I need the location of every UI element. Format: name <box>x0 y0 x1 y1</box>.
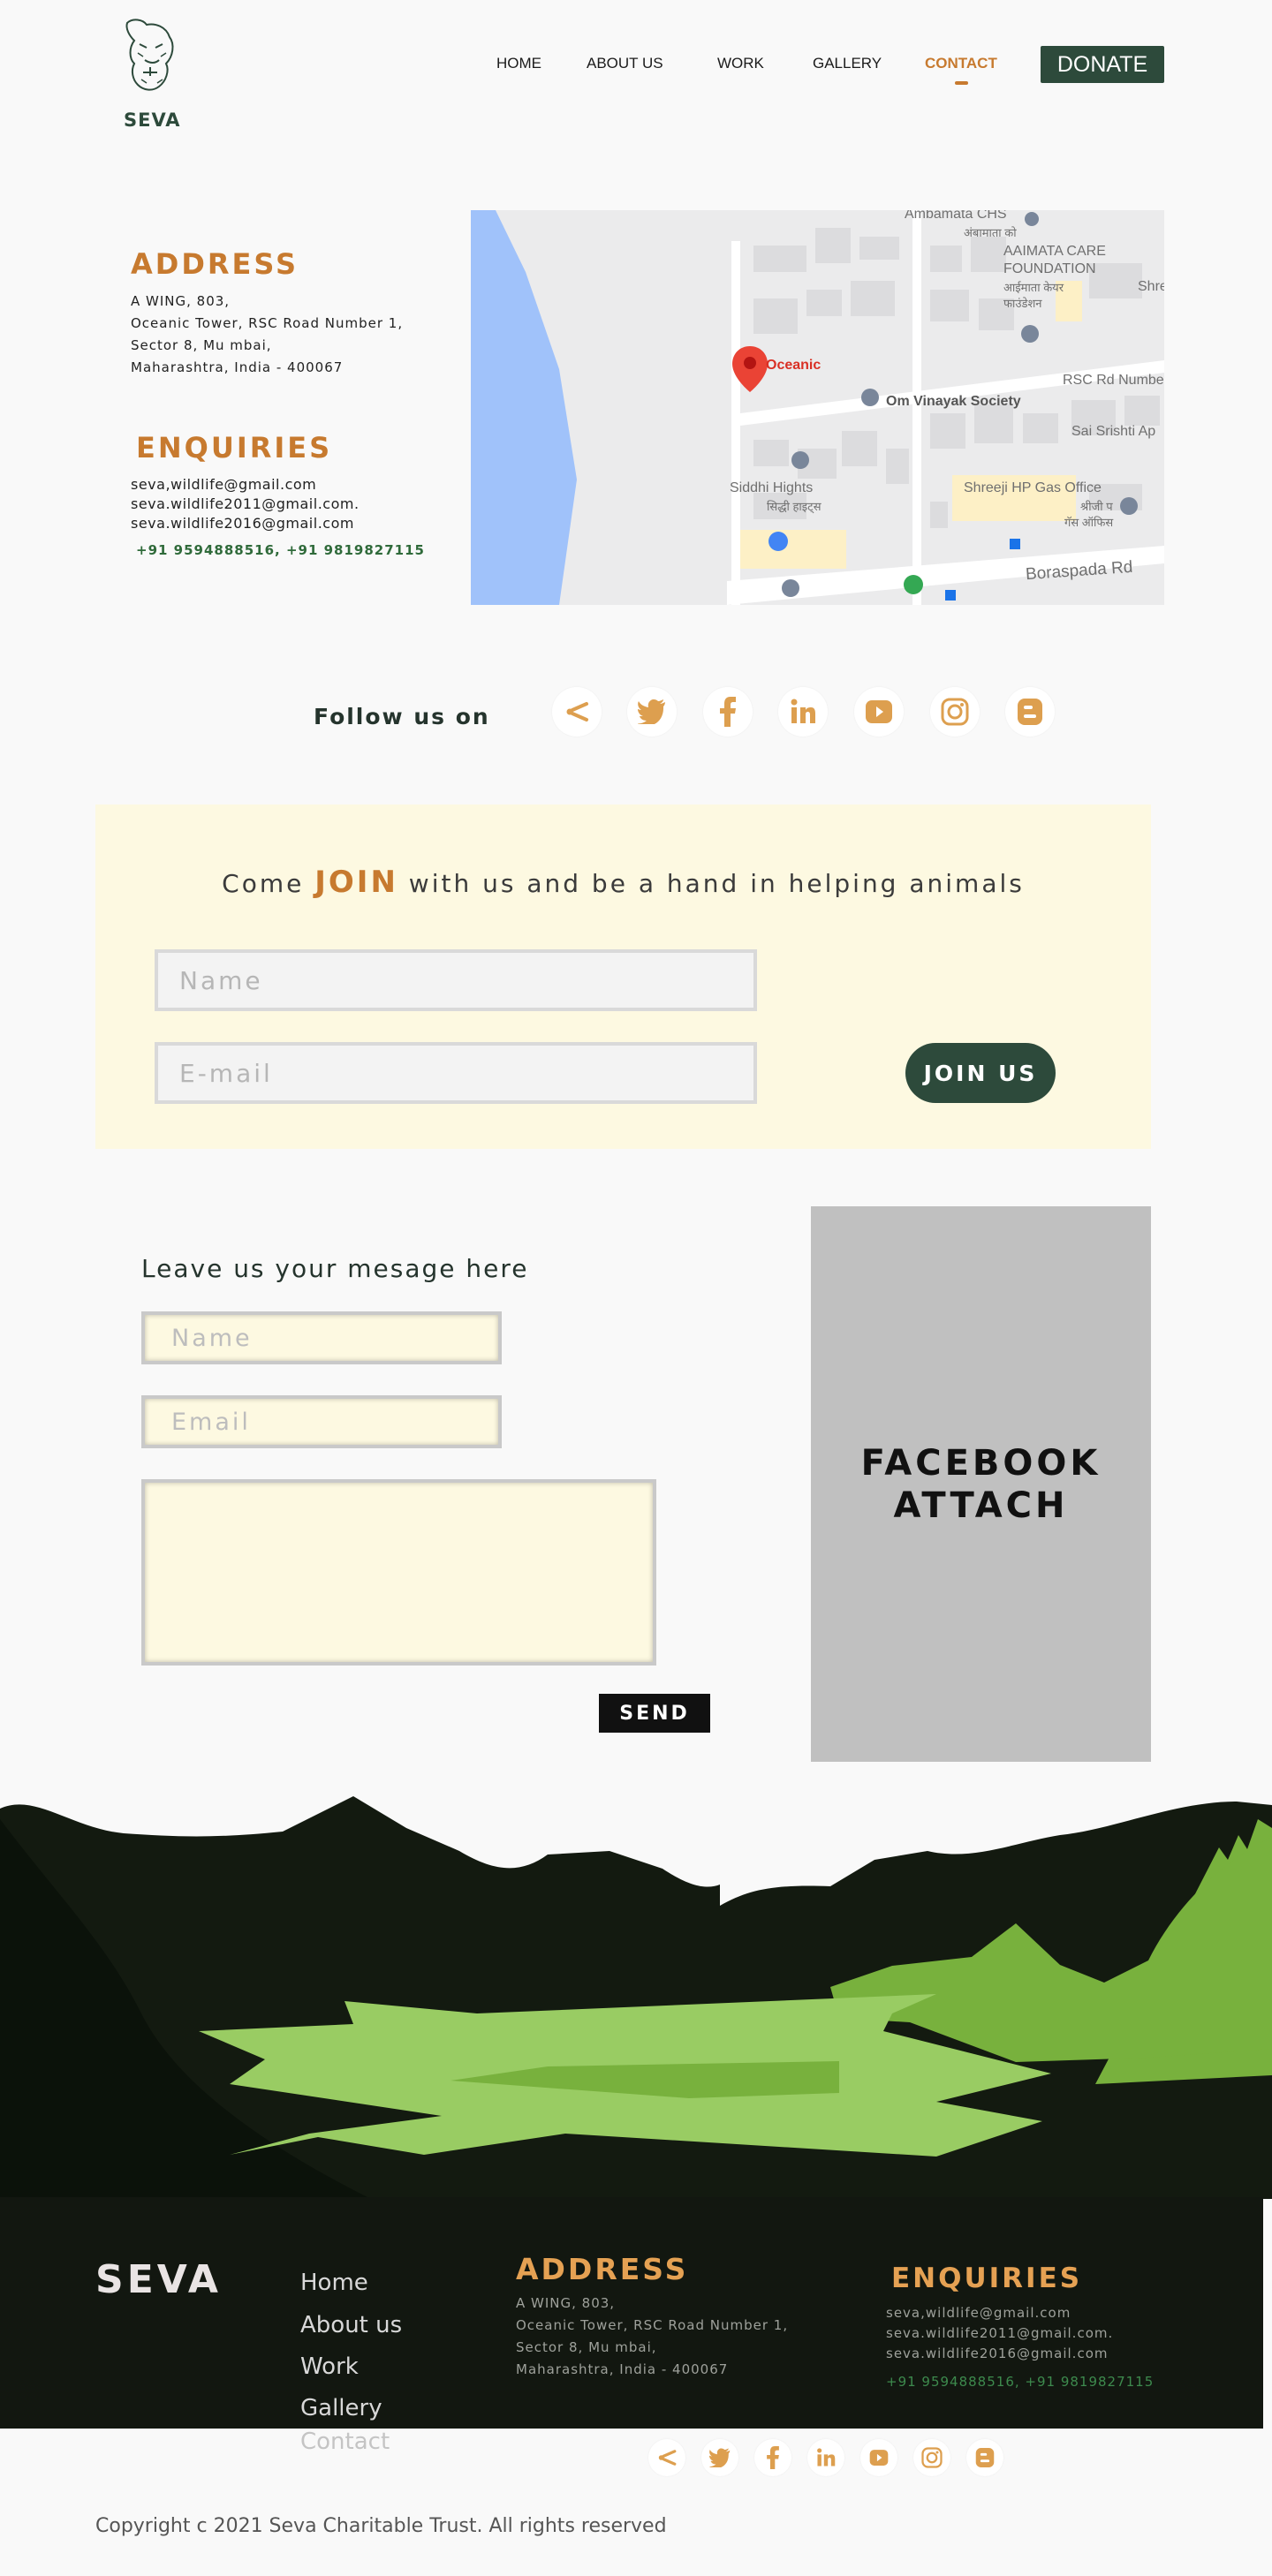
nav-gallery[interactable]: GALLERY <box>813 55 882 72</box>
footer-linkedin-icon[interactable] <box>807 2439 844 2476</box>
instagram-icon[interactable] <box>930 687 980 737</box>
address-line: A WING, 803, <box>131 293 231 309</box>
footer-link-about-us[interactable]: About us <box>300 2312 402 2338</box>
tiger-logo-icon <box>125 19 174 91</box>
address-block: A WING, 803, Oceanic Tower, RSC Road Num… <box>131 291 403 379</box>
linkedin-icon[interactable] <box>778 687 828 737</box>
footer-link-contact[interactable]: Contact <box>300 2429 390 2455</box>
facebook-box-line: ATTACH <box>893 1484 1069 1526</box>
join-email-input[interactable]: E-mail <box>155 1042 757 1104</box>
map-label: फाउंडेशन <box>1003 297 1042 310</box>
footer-email-link[interactable]: seva,wildlife@gmail.com <box>886 2303 1113 2323</box>
footer-link-home[interactable]: Home <box>300 2270 368 2296</box>
map-label: Ambamata CHS <box>905 210 1007 222</box>
facebook-icon[interactable] <box>703 687 753 737</box>
facebook-embed-placeholder: FACEBOOK ATTACH <box>811 1206 1151 1762</box>
footer-kutumb-icon[interactable] <box>648 2439 685 2476</box>
map-label: AAIMATA CARE <box>1003 244 1106 259</box>
footer-email-link[interactable]: seva.wildlife2011@gmail.com. <box>886 2323 1113 2344</box>
footer-email-link[interactable]: seva.wildlife2016@gmail.com <box>886 2344 1113 2364</box>
map-label: Sai Srishti Ap <box>1071 424 1156 439</box>
twitter-icon[interactable] <box>627 687 677 737</box>
map-label: Shre <box>1138 279 1164 294</box>
footer-email-list: seva,wildlife@gmail.com seva.wildlife201… <box>886 2303 1113 2364</box>
message-email-input[interactable]: Email <box>141 1395 502 1448</box>
nav-work[interactable]: WORK <box>717 55 764 72</box>
send-button[interactable]: SEND <box>599 1694 710 1733</box>
map-label: सिद्धी हाइट्स <box>767 500 822 513</box>
email-link[interactable]: seva.wildlife2011@gmail.com. <box>131 495 360 514</box>
email-link[interactable]: seva,wildlife@gmail.com <box>131 475 360 495</box>
follow-title: Follow us on <box>314 704 490 729</box>
footer-address-block: A WING, 803, Oceanic Tower, RSC Road Num… <box>516 2293 788 2381</box>
kutumb-icon[interactable] <box>552 687 602 737</box>
map-pin-label: Oceanic <box>766 358 822 373</box>
nav-home[interactable]: HOME <box>496 55 541 72</box>
footer-address-line: Oceanic Tower, RSC Road Number 1, <box>516 2317 789 2333</box>
footer-link-gallery[interactable]: Gallery <box>300 2395 382 2421</box>
footer-twitter-icon[interactable] <box>701 2439 738 2476</box>
join-title-suffix: with us and be a hand in helping animals <box>398 869 1025 898</box>
map-label: Shreeji HP Gas Office <box>964 480 1102 495</box>
footer-enquiries-heading: ENQUIRIES <box>891 2262 1083 2294</box>
map-label: FOUNDATION <box>1003 261 1096 276</box>
footer-address-heading: ADDRESS <box>516 2252 689 2286</box>
join-us-button[interactable]: JOIN US <box>905 1043 1056 1103</box>
footer-instagram-icon[interactable] <box>913 2439 950 2476</box>
footer-phone-numbers[interactable]: +91 9594888516, +91 9819827115 <box>886 2374 1154 2390</box>
footer-link-work[interactable]: Work <box>300 2353 359 2380</box>
footer-youtube-icon[interactable] <box>860 2439 897 2476</box>
message-name-input[interactable]: Name <box>141 1311 502 1364</box>
message-title: Leave us your mesage here <box>141 1254 529 1283</box>
map-label: अंबामाता को <box>964 226 1017 239</box>
copyright: Copyright c 2021 Seva Charitable Trust. … <box>95 2515 667 2537</box>
nav-about-us[interactable]: ABOUT US <box>587 55 663 72</box>
footer-brand: SEVA <box>95 2257 222 2302</box>
footer-blogger-icon[interactable] <box>966 2439 1003 2476</box>
join-name-input[interactable]: Name <box>155 949 757 1011</box>
join-panel: Come JOIN with us and be a hand in helpi… <box>95 805 1151 1149</box>
address-line: Sector 8, Mu mbai, <box>131 337 272 353</box>
footer-address-line: Sector 8, Mu mbai, <box>516 2339 657 2355</box>
message-textarea[interactable] <box>141 1479 656 1666</box>
location-map[interactable]: Ambamata CHS अंबामाता को AAIMATA CARE FO… <box>471 210 1164 605</box>
youtube-icon[interactable] <box>854 687 904 737</box>
join-title: Come JOIN with us and be a hand in helpi… <box>95 865 1151 900</box>
footer-address-line: A WING, 803, <box>516 2295 616 2311</box>
email-link[interactable]: seva.wildlife2016@gmail.com <box>131 514 360 533</box>
email-list: seva,wildlife@gmail.com seva.wildlife201… <box>131 475 360 533</box>
blogger-icon[interactable] <box>1005 687 1055 737</box>
address-line: Maharashtra, India - 400067 <box>131 359 344 375</box>
nav-active-indicator <box>955 81 968 85</box>
logo[interactable]: SEVA <box>120 18 187 131</box>
map-label: आईमाता केयर <box>1003 281 1064 294</box>
donate-button[interactable]: DONATE <box>1041 46 1164 83</box>
join-title-prefix: Come <box>222 869 315 898</box>
nav-contact[interactable]: CONTACT <box>925 55 997 72</box>
footer-facebook-icon[interactable] <box>754 2439 791 2476</box>
address-line: Oceanic Tower, RSC Road Number 1, <box>131 315 404 331</box>
map-label: Om Vinayak Society <box>886 394 1021 409</box>
map-label: RSC Rd Numbe <box>1063 373 1164 388</box>
landscape-illustration <box>0 1796 1272 2199</box>
footer-address-line: Maharashtra, India - 400067 <box>516 2361 729 2377</box>
join-title-emphasis: JOIN <box>314 865 398 900</box>
map-label: Siddhi Hights <box>730 480 814 495</box>
map-label: गॅस ऑफिस <box>1064 516 1114 529</box>
enquiries-heading: ENQUIRIES <box>136 431 333 465</box>
logo-text: SEVA <box>124 110 181 131</box>
phone-numbers[interactable]: +91 9594888516, +91 9819827115 <box>136 542 425 558</box>
facebook-box-line: FACEBOOK <box>860 1442 1102 1484</box>
map-label: श्रीजी प <box>1080 500 1113 513</box>
address-heading: ADDRESS <box>131 247 299 281</box>
footer: SEVA Home About us Work Gallery ADDRESS … <box>0 2197 1263 2429</box>
